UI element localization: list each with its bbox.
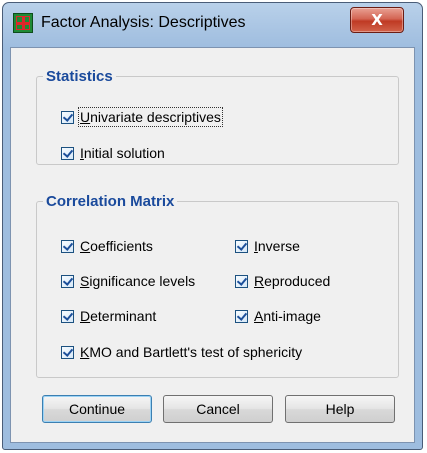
significance-levels-checkbox[interactable]: Significance levels xyxy=(61,271,195,291)
dialog-client-area: Statistics Univariate descriptives Initi… xyxy=(10,47,415,443)
checkmark-icon xyxy=(61,239,74,253)
inverse-label: Inverse xyxy=(254,238,300,254)
checkmark-icon xyxy=(61,309,74,323)
checkmark-icon xyxy=(61,345,74,359)
univariate-descriptives-label: Univariate descriptives xyxy=(78,107,223,127)
coefficients-checkbox[interactable]: Coefficients xyxy=(61,236,153,256)
checkmark-icon xyxy=(61,274,74,288)
kmo-bartlett-label: KMO and Bartlett's test of sphericity xyxy=(80,344,303,360)
checkmark-icon xyxy=(61,110,74,124)
reproduced-label: Reproduced xyxy=(254,273,331,289)
univariate-descriptives-checkbox[interactable]: Univariate descriptives xyxy=(61,107,223,127)
close-icon: X xyxy=(371,11,383,29)
coefficients-label: Coefficients xyxy=(80,238,153,254)
title-bar[interactable]: Factor Analysis: Descriptives X xyxy=(3,3,422,47)
anti-image-checkbox[interactable]: Anti-image xyxy=(235,306,321,326)
app-icon xyxy=(13,13,33,33)
anti-image-label: Anti-image xyxy=(254,308,321,324)
checkmark-icon xyxy=(61,146,74,160)
initial-solution-label: Initial solution xyxy=(80,145,165,161)
continue-button[interactable]: Continue xyxy=(42,395,152,423)
help-button[interactable]: Help xyxy=(285,395,395,423)
close-button[interactable]: X xyxy=(350,7,404,33)
checkmark-icon xyxy=(235,239,248,253)
checkmark-icon xyxy=(235,274,248,288)
inverse-checkbox[interactable]: Inverse xyxy=(235,236,300,256)
checkmark-icon xyxy=(235,309,248,323)
kmo-bartlett-checkbox[interactable]: KMO and Bartlett's test of sphericity xyxy=(61,342,302,362)
significance-levels-label: Significance levels xyxy=(80,273,196,289)
cancel-button[interactable]: Cancel xyxy=(163,395,273,423)
determinant-label: Determinant xyxy=(80,308,157,324)
statistics-legend: Statistics xyxy=(46,68,113,85)
correlation-matrix-legend: Correlation Matrix xyxy=(46,193,175,210)
window-title: Factor Analysis: Descriptives xyxy=(41,14,246,31)
reproduced-checkbox[interactable]: Reproduced xyxy=(235,271,330,291)
initial-solution-checkbox[interactable]: Initial solution xyxy=(61,143,165,163)
dialog-window: Factor Analysis: Descriptives X Statisti… xyxy=(2,2,423,450)
determinant-checkbox[interactable]: Determinant xyxy=(61,306,156,326)
